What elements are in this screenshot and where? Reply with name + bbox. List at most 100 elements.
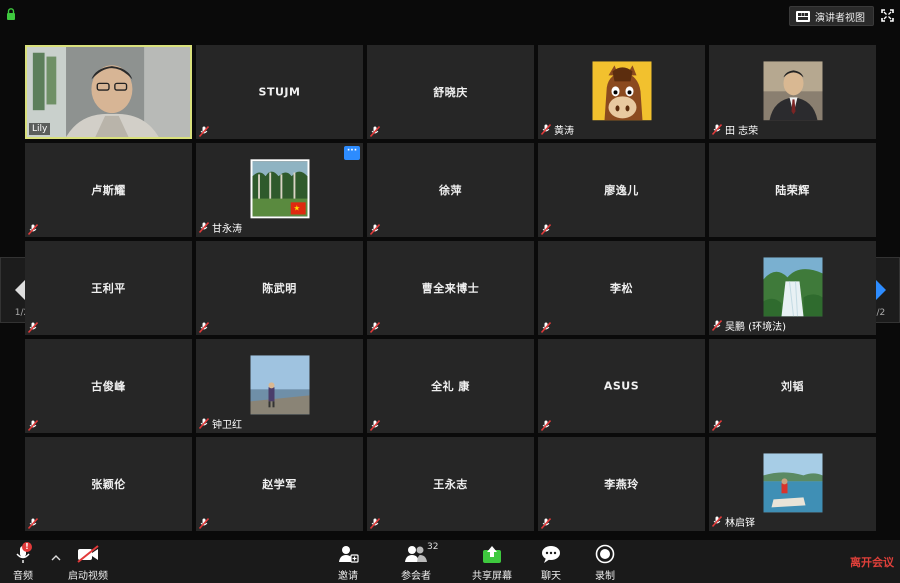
- participant-tile[interactable]: STUJM: [196, 45, 363, 139]
- mic-muted-icon: [541, 518, 551, 529]
- mic-muted-icon: [199, 222, 209, 233]
- mic-muted-icon: [370, 126, 380, 137]
- mic-muted-icon: [541, 124, 551, 135]
- lake-photo: [763, 453, 822, 513]
- man-in-suit-photo: [763, 61, 822, 121]
- more-options-button[interactable]: ···: [344, 146, 360, 160]
- participant-tile[interactable]: 王利平: [25, 241, 192, 335]
- participant-name: Lily: [29, 123, 51, 135]
- mic-muted-icon: [199, 518, 209, 529]
- participant-tile[interactable]: ASUS: [538, 339, 705, 433]
- meeting-toolbar: ! 音频 启动视频 邀请 32 参会者 共享屏幕 聊天 录制 离开会议: [0, 540, 900, 583]
- lock-icon[interactable]: [6, 8, 16, 20]
- chat-label: 聊天: [541, 571, 561, 582]
- mic-muted-icon: [370, 420, 380, 431]
- invite-label: 邀请: [338, 571, 358, 582]
- mic-muted-icon: [712, 420, 722, 431]
- participant-tile[interactable]: 张颖伦: [25, 437, 192, 531]
- participant-tile[interactable]: 全礼 康: [367, 339, 534, 433]
- mic-muted-icon: [712, 516, 722, 527]
- participant-gallery: Lily STUJM 舒晓庆 黄涛 田 志荣 卢斯耀 ★ ··· 甘永涛 徐萍 …: [25, 45, 877, 535]
- participant-tile[interactable]: 徐萍: [367, 143, 534, 237]
- share-screen-label: 共享屏幕: [472, 571, 512, 582]
- participant-tile[interactable]: 王永志: [367, 437, 534, 531]
- leave-meeting-button[interactable]: 离开会议: [850, 554, 894, 570]
- participant-tile[interactable]: 钟卫红: [196, 339, 363, 433]
- chat-bubble-icon: [542, 546, 560, 563]
- participant-name: 李燕玲: [604, 478, 639, 491]
- participant-name: ASUS: [603, 379, 640, 393]
- record-icon: [595, 544, 615, 564]
- speaker-view-button[interactable]: 演讲者视图: [789, 6, 874, 26]
- participant-name: 曹全来博士: [421, 282, 480, 295]
- participant-tile[interactable]: 古俊峰: [25, 339, 192, 433]
- mic-muted-icon: [199, 126, 209, 137]
- participant-name: 陈武明: [262, 282, 297, 295]
- audio-button[interactable]: ! 音频: [12, 542, 34, 582]
- participant-tile[interactable]: 李松: [538, 241, 705, 335]
- participant-name: 廖逸儿: [604, 184, 639, 197]
- participant-name: 卢斯耀: [91, 184, 126, 197]
- mic-muted-icon: [370, 518, 380, 529]
- start-video-label: 启动视频: [68, 571, 108, 582]
- video-feed-icon: [27, 47, 190, 137]
- mic-muted-icon: [541, 420, 551, 431]
- participant-name: 林启铎: [725, 518, 755, 529]
- participant-name: 田 志荣: [725, 126, 759, 137]
- start-video-button[interactable]: 启动视频: [68, 544, 108, 582]
- audio-alert-badge: !: [22, 542, 32, 552]
- participant-tile[interactable]: 舒晓庆: [367, 45, 534, 139]
- share-screen-icon: [483, 546, 501, 563]
- participant-name: 赵学军: [262, 478, 297, 491]
- participant-name: 王永志: [433, 478, 468, 491]
- gallery-grid-icon: [796, 10, 810, 22]
- participant-tile[interactable]: 吴鹏 (环境法): [709, 241, 876, 335]
- participant-name: 吴鹏 (环境法): [725, 322, 786, 333]
- forest-photo: ★: [250, 159, 309, 219]
- participant-name: STUJM: [258, 85, 301, 99]
- participant-name: 黄涛: [554, 126, 574, 137]
- participant-tile[interactable]: 林启铎: [709, 437, 876, 531]
- waterfall-photo: [763, 257, 822, 317]
- participants-icon: [405, 546, 427, 562]
- participant-tile[interactable]: 黄涛: [538, 45, 705, 139]
- fullscreen-icon[interactable]: [881, 9, 894, 22]
- record-button[interactable]: 录制: [594, 544, 616, 582]
- invite-user-icon: [339, 546, 359, 563]
- mic-muted-icon: [199, 418, 209, 429]
- participant-name: 王利平: [91, 282, 126, 295]
- seaside-photo: [250, 355, 309, 415]
- participant-tile[interactable]: 陆荣辉: [709, 143, 876, 237]
- audio-label: 音频: [13, 571, 33, 582]
- participants-button[interactable]: 32 参会者: [401, 542, 438, 582]
- participants-label: 参会者: [401, 571, 431, 582]
- participant-name: 钟卫红: [212, 420, 242, 431]
- record-label: 录制: [595, 571, 615, 582]
- participant-name: 李松: [610, 282, 633, 295]
- participant-tile[interactable]: 陈武明: [196, 241, 363, 335]
- participant-tile[interactable]: 田 志荣: [709, 45, 876, 139]
- participant-name: 全礼 康: [431, 380, 470, 393]
- participant-name: 甘永涛: [212, 224, 242, 235]
- participant-tile-video[interactable]: Lily: [25, 45, 192, 139]
- participant-tile[interactable]: 刘韬: [709, 339, 876, 433]
- mic-muted-icon: [370, 224, 380, 235]
- participants-count: 32: [427, 542, 439, 552]
- participant-name: 舒晓庆: [433, 86, 468, 99]
- chat-button[interactable]: 聊天: [540, 544, 562, 582]
- cartoon-horse-avatar: [592, 61, 651, 121]
- invite-button[interactable]: 邀请: [337, 544, 359, 582]
- mic-muted-icon: [28, 322, 38, 333]
- participant-tile[interactable]: ★ ··· 甘永涛: [196, 143, 363, 237]
- participant-tile[interactable]: 廖逸儿: [538, 143, 705, 237]
- mic-muted-icon: [28, 420, 38, 431]
- participant-tile[interactable]: 曹全来博士: [367, 241, 534, 335]
- participant-tile[interactable]: 卢斯耀: [25, 143, 192, 237]
- participant-tile[interactable]: 赵学军: [196, 437, 363, 531]
- participant-name: 刘韬: [781, 380, 804, 393]
- share-screen-button[interactable]: 共享屏幕: [472, 544, 512, 582]
- speaker-view-label: 演讲者视图: [815, 12, 865, 24]
- participant-name: 张颖伦: [91, 478, 126, 491]
- participant-tile[interactable]: 李燕玲: [538, 437, 705, 531]
- chevron-up-icon[interactable]: [51, 553, 61, 563]
